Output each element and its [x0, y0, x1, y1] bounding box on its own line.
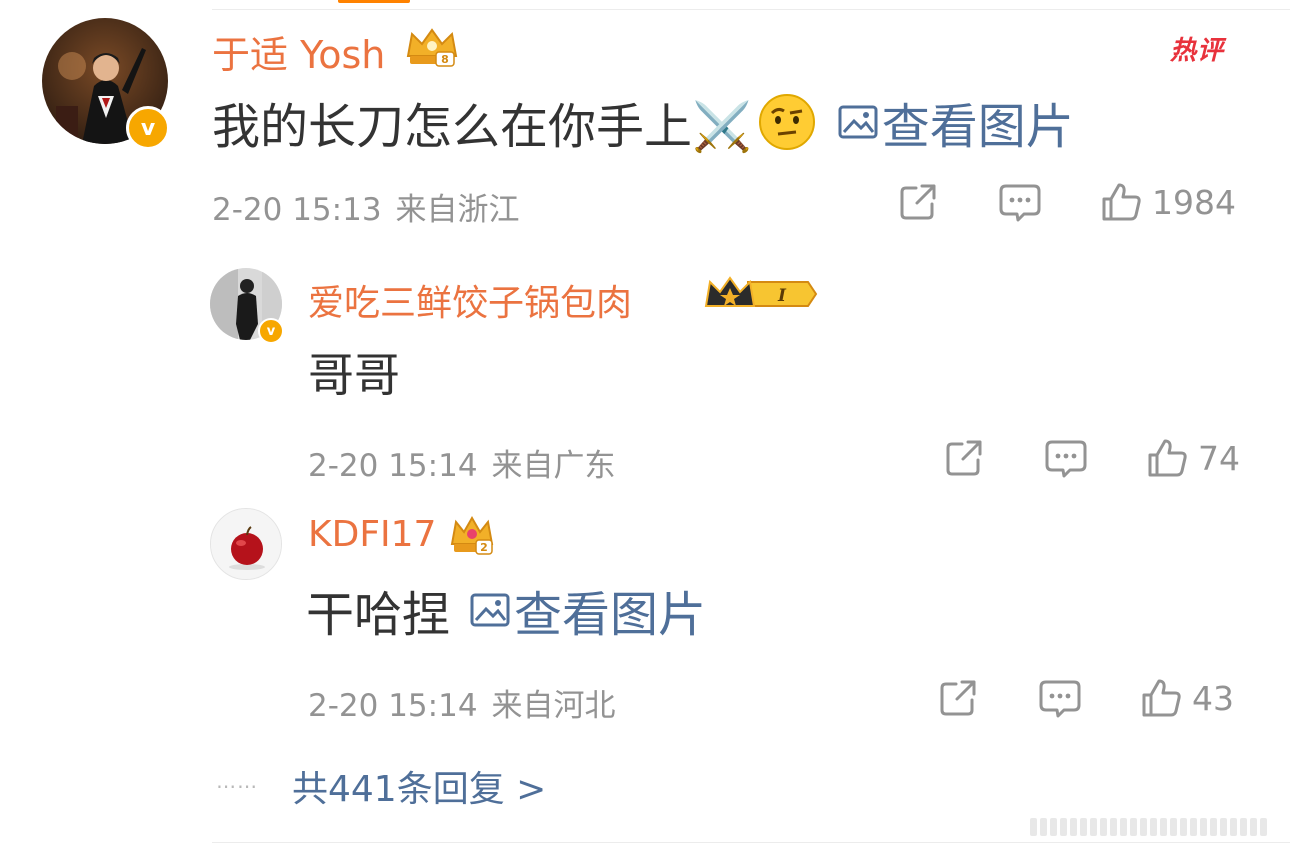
comment-meta: 2-20 15:14 来自广东 — [308, 440, 616, 485]
comment-location: 来自广东 — [491, 448, 616, 484]
like-icon — [1142, 679, 1181, 717]
comment-meta: 2-20 15:14 来自河北 — [308, 680, 616, 725]
share-icon — [946, 440, 982, 476]
like-count: 43 — [1192, 678, 1234, 718]
image-icon — [470, 593, 510, 627]
top-divider — [212, 9, 1290, 10]
comment-time: 2-20 15:14 — [308, 448, 478, 484]
like-button[interactable]: 1984 — [1100, 182, 1236, 222]
view-image-link[interactable]: 查看图片 — [470, 575, 706, 645]
svg-text:I: I — [777, 286, 787, 306]
comment-location: 来自浙江 — [395, 192, 520, 228]
comment-text-content: 干哈捏 — [306, 587, 451, 643]
svg-text:2: 2 — [480, 541, 488, 554]
comment-icon — [1045, 440, 1087, 478]
share-button[interactable] — [898, 182, 938, 222]
avatar[interactable] — [210, 508, 282, 580]
comment-icon — [1039, 680, 1081, 718]
comment-icon — [999, 184, 1041, 222]
svg-text:8: 8 — [441, 53, 449, 66]
top-accent-bar — [338, 0, 410, 3]
comment-meta: 2-20 15:13 来自浙江 — [212, 184, 520, 229]
comment-text: 哥哥 — [308, 342, 400, 402]
raised-eyebrow-emoji — [758, 93, 816, 151]
share-button[interactable] — [944, 438, 984, 478]
view-image-label: 查看图片 — [514, 587, 707, 643]
verified-icon: v — [126, 106, 170, 150]
bottom-divider — [212, 842, 1290, 843]
comment-text-content: 哥哥 — [308, 348, 400, 402]
comment-text: 我的长刀怎么在你手上⚔️ 查看图片 — [212, 87, 1074, 157]
share-button[interactable] — [938, 678, 978, 718]
author-name[interactable]: 爱吃三鲜饺子锅包肉 — [308, 274, 632, 326]
share-icon — [900, 184, 936, 220]
image-icon — [838, 105, 878, 139]
crown-icon: 8 — [404, 26, 460, 72]
share-icon — [940, 680, 976, 716]
comment-location: 来自河北 — [491, 688, 616, 724]
author-name[interactable]: 于适 Yosh — [212, 24, 385, 79]
like-button[interactable]: 74 — [1146, 438, 1240, 478]
view-more-replies[interactable]: ⋯⋯ 共441条回复 > — [216, 760, 546, 812]
view-image-link[interactable]: 查看图片 — [838, 87, 1074, 157]
reply-button[interactable] — [1038, 678, 1082, 720]
crown-icon: 2 — [448, 512, 496, 560]
watermark — [1030, 818, 1267, 836]
crown-icon: I — [704, 274, 820, 318]
comment-time: 2-20 15:13 — [212, 192, 382, 228]
like-icon — [1148, 439, 1187, 477]
hot-comment-badge: 热评 — [1170, 36, 1225, 66]
like-button[interactable]: 43 — [1140, 678, 1234, 718]
author-name[interactable]: KDFI17 — [308, 514, 436, 555]
verified-icon: v — [258, 318, 284, 344]
more-replies-label: 共441条回复 > — [292, 769, 547, 810]
reply-button[interactable] — [998, 182, 1042, 224]
comment-time: 2-20 15:14 — [308, 688, 478, 724]
like-icon — [1102, 183, 1141, 221]
comment-text-content: 我的长刀怎么在你手上⚔️ — [212, 99, 752, 155]
like-count: 1984 — [1152, 182, 1236, 222]
like-count: 74 — [1198, 438, 1240, 478]
more-dots: ⋯⋯ — [216, 774, 258, 798]
view-image-label: 查看图片 — [881, 99, 1074, 155]
comment-text: 干哈捏 查看图片 — [306, 575, 706, 645]
reply-button[interactable] — [1044, 438, 1088, 480]
